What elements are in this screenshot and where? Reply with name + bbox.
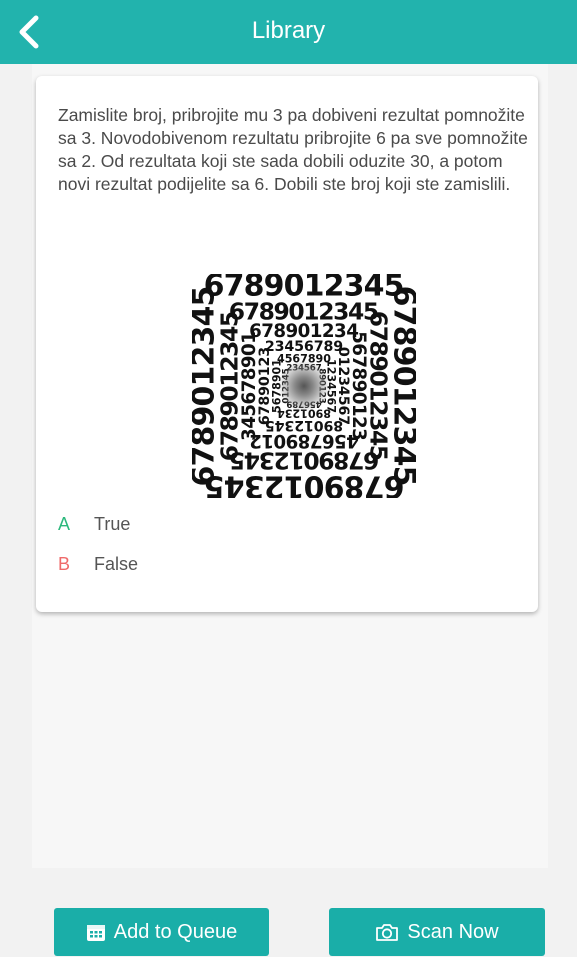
calendar-icon bbox=[86, 925, 105, 941]
svg-text:6: 6 bbox=[216, 445, 244, 461]
svg-text:0: 0 bbox=[335, 347, 351, 357]
answer-option-a[interactable]: A True bbox=[58, 510, 258, 538]
question-text: Zamislite broj, pribrojite mu 3 pa dobiv… bbox=[58, 105, 528, 194]
add-to-queue-button[interactable]: Add to Queue bbox=[54, 908, 269, 956]
svg-text:1: 1 bbox=[271, 359, 284, 367]
svg-text:5: 5 bbox=[271, 405, 284, 413]
answer-label: False bbox=[94, 553, 139, 574]
svg-text:6: 6 bbox=[365, 311, 393, 327]
svg-text:6: 6 bbox=[257, 415, 273, 425]
answer-letter: A bbox=[58, 513, 71, 534]
question-card: Zamislite broj, pribrojite mu 3 pa dobiv… bbox=[36, 76, 538, 612]
answer-option-b[interactable]: B False bbox=[58, 550, 258, 578]
svg-text:3: 3 bbox=[239, 428, 260, 441]
page-title: Library bbox=[251, 17, 326, 44]
svg-text:5: 5 bbox=[216, 311, 244, 327]
svg-text:6: 6 bbox=[363, 447, 379, 475]
svg-text:3: 3 bbox=[257, 347, 273, 357]
add-to-queue-label: Add to Queue bbox=[113, 920, 238, 943]
scan-now-label: Scan Now bbox=[407, 920, 499, 943]
answer-letter: B bbox=[58, 553, 71, 574]
svg-text:5: 5 bbox=[192, 286, 222, 307]
svg-text:1: 1 bbox=[239, 331, 260, 344]
scan-now-button[interactable]: Scan Now bbox=[329, 908, 545, 956]
svg-text:5: 5 bbox=[348, 331, 369, 344]
number-spiral-image: 6 7 8 9 0 1 2 3 4 5678901234567890123456789012345… bbox=[192, 274, 416, 498]
svg-text:6: 6 bbox=[387, 286, 417, 307]
answer-label: True bbox=[94, 513, 131, 534]
svg-text:6: 6 bbox=[192, 466, 222, 487]
app-header: Library bbox=[0, 0, 577, 64]
svg-text:4: 4 bbox=[346, 430, 359, 451]
svg-text:8: 8 bbox=[333, 417, 343, 433]
svg-text:6: 6 bbox=[384, 469, 405, 499]
camera-icon bbox=[376, 924, 399, 941]
svg-text:1: 1 bbox=[324, 359, 337, 367]
